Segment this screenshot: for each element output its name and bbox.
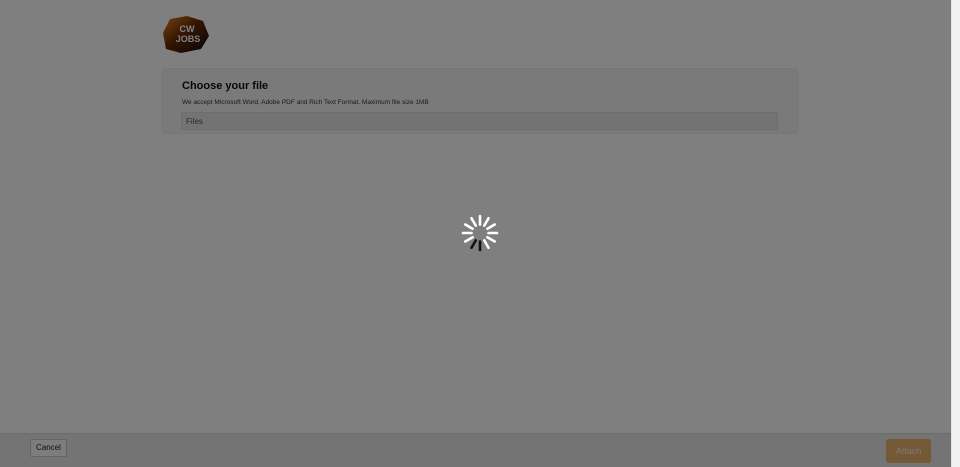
vertical-scrollbar[interactable] [951, 0, 960, 467]
loading-overlay [0, 0, 951, 467]
spinner-icon [461, 214, 499, 252]
